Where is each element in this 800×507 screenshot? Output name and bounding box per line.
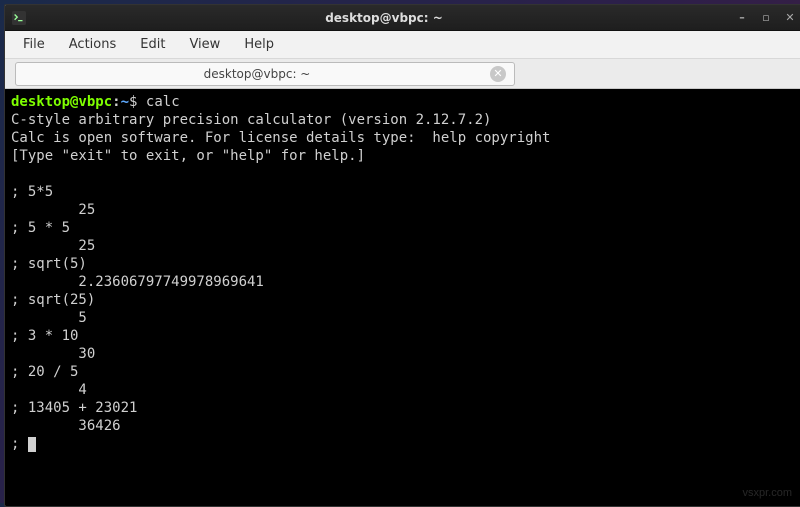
tab-terminal[interactable]: desktop@vbpc: ~ ✕ <box>15 62 515 86</box>
calc-input: ; sqrt(25) <box>11 292 95 308</box>
calc-output: 25 <box>11 202 95 218</box>
tab-title: desktop@vbpc: ~ <box>24 67 490 81</box>
calc-output: 5 <box>11 310 87 326</box>
calc-input: ; 5*5 <box>11 184 53 200</box>
calc-input: ; sqrt(5) <box>11 256 87 272</box>
terminal-pane[interactable]: desktop@vbpc:~$ calc C-style arbitrary p… <box>5 89 800 506</box>
calc-input: ; 20 / 5 <box>11 364 78 380</box>
menubar: File Actions Edit View Help <box>5 31 800 59</box>
calc-prompt: ; <box>11 436 28 452</box>
calc-output: 36426 <box>11 418 121 434</box>
terminal-icon <box>11 10 27 26</box>
calc-banner-line: [Type "exit" to exit, or "help" for help… <box>11 148 365 164</box>
calc-output: 2.23606797749978969641 <box>11 274 264 290</box>
window-title: desktop@vbpc: ~ <box>33 11 735 25</box>
prompt-colon: : <box>112 94 120 110</box>
menu-help[interactable]: Help <box>234 33 284 56</box>
terminal-window: desktop@vbpc: ~ – ▫ ✕ File Actions Edit … <box>4 4 800 507</box>
calc-banner-line: C-style arbitrary precision calculator (… <box>11 112 491 128</box>
menu-actions[interactable]: Actions <box>59 33 127 56</box>
calc-output: 25 <box>11 238 95 254</box>
cursor <box>28 437 36 452</box>
close-button[interactable]: ✕ <box>783 11 797 25</box>
titlebar[interactable]: desktop@vbpc: ~ – ▫ ✕ <box>5 5 800 31</box>
tabbar: desktop@vbpc: ~ ✕ <box>5 59 800 89</box>
calc-input: ; 13405 + 23021 <box>11 400 137 416</box>
menu-file[interactable]: File <box>13 33 55 56</box>
menu-edit[interactable]: Edit <box>130 33 175 56</box>
prompt-path: ~ <box>121 94 129 110</box>
calc-output: 30 <box>11 346 95 362</box>
minimize-button[interactable]: – <box>735 11 749 25</box>
prompt-userhost: desktop@vbpc <box>11 94 112 110</box>
calc-output: 4 <box>11 382 87 398</box>
maximize-button[interactable]: ▫ <box>759 11 773 25</box>
cmd-calc: calc <box>146 94 180 110</box>
calc-input: ; 3 * 10 <box>11 328 78 344</box>
menu-view[interactable]: View <box>179 33 230 56</box>
tab-close-icon[interactable]: ✕ <box>490 66 506 82</box>
calc-input: ; 5 * 5 <box>11 220 70 236</box>
prompt-symbol: $ <box>129 94 137 110</box>
calc-banner-line: Calc is open software. For license detai… <box>11 130 550 146</box>
